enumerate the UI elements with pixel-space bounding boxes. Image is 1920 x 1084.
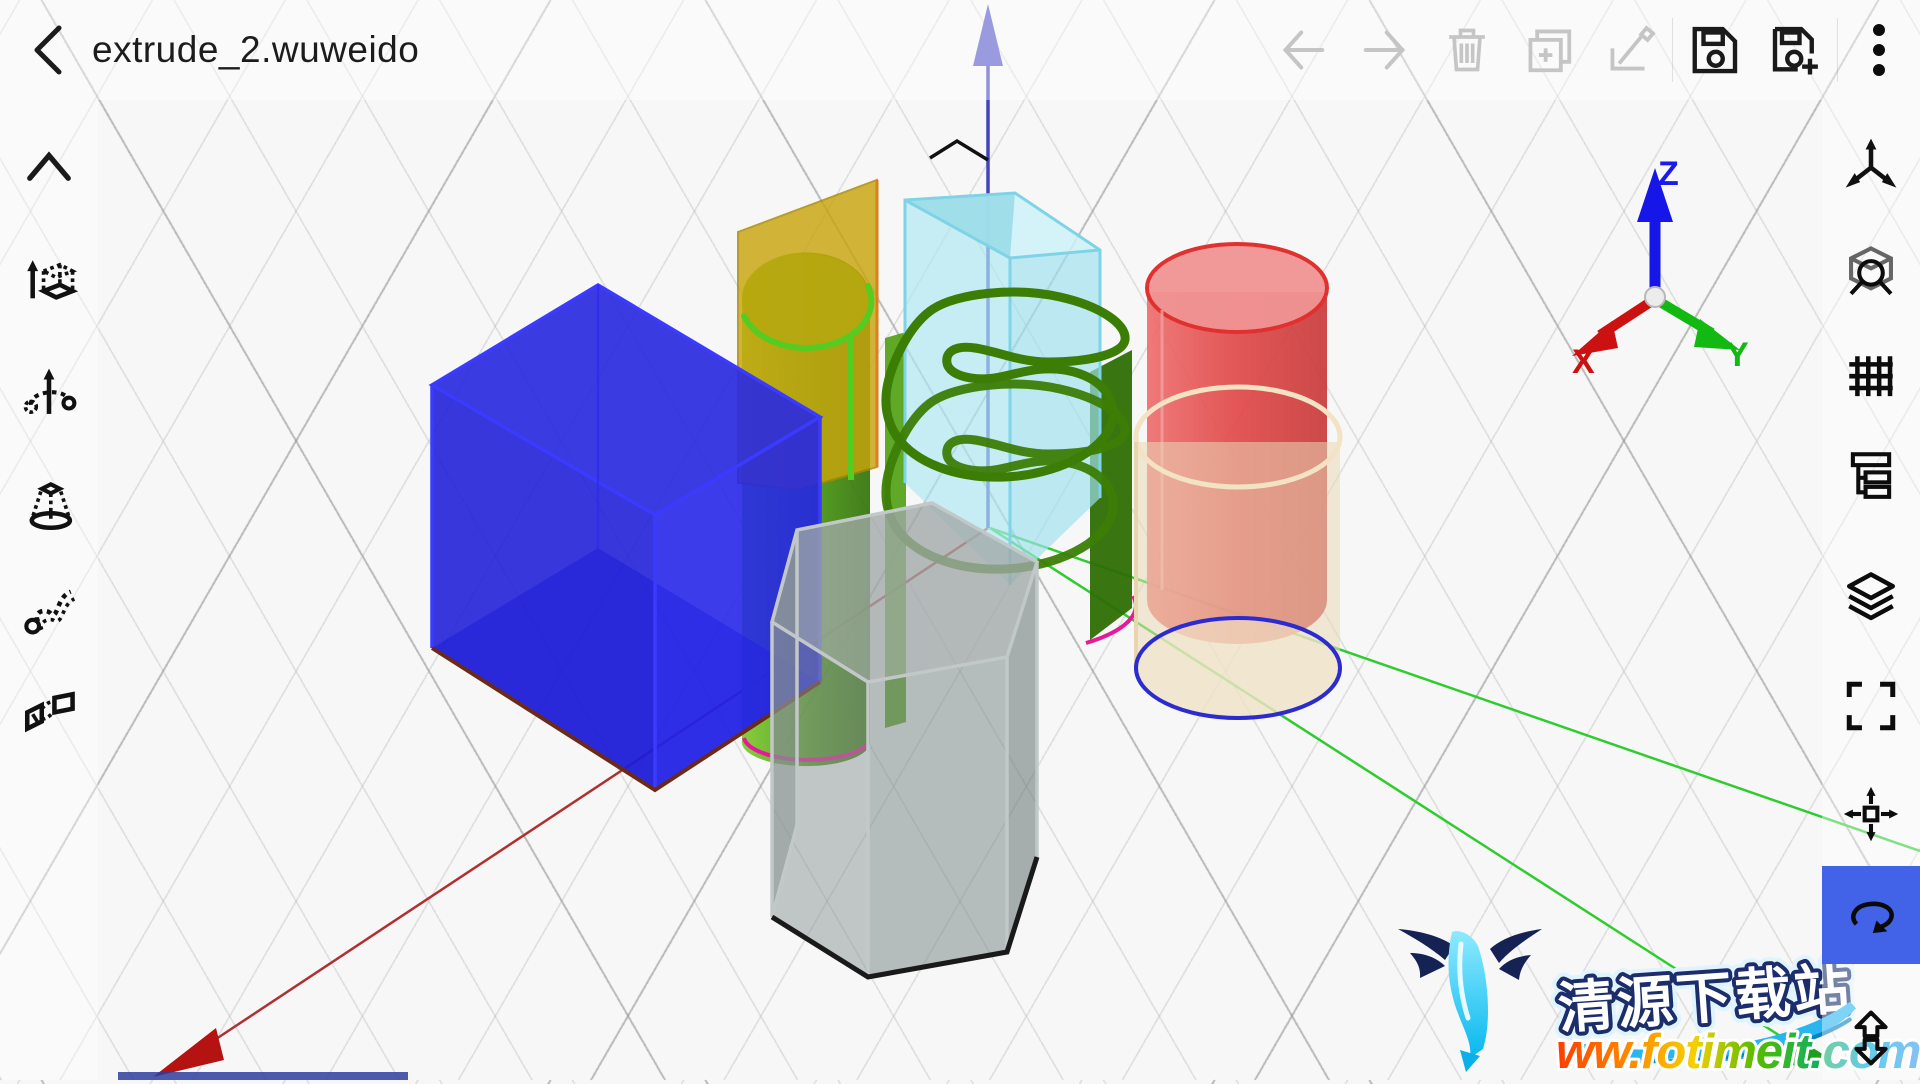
watermark-logo	[1398, 929, 1542, 1072]
save-as-button[interactable]	[1755, 0, 1837, 100]
orientation-gizmo[interactable]: X Y Z	[1572, 155, 1749, 381]
save-as-icon	[1768, 22, 1824, 78]
structure-tree-button[interactable]	[1822, 430, 1920, 522]
gizmo-z-label: Z	[1658, 155, 1679, 193]
rotate-view-button[interactable]	[1822, 866, 1920, 964]
duplicate-button[interactable]	[1508, 0, 1590, 100]
nav-bar-strip	[118, 1072, 408, 1080]
left-toolbar	[0, 100, 98, 1080]
view-axes-button[interactable]	[1822, 118, 1920, 210]
trash-icon	[1441, 22, 1493, 78]
selection-box-button[interactable]	[1822, 660, 1920, 752]
undo-button[interactable]	[1262, 0, 1344, 100]
save-button[interactable]	[1673, 0, 1755, 100]
object-gray-hex-prism[interactable]	[772, 503, 1037, 977]
x-axis-arrowhead	[153, 1028, 224, 1077]
three-dots-icon	[1859, 20, 1899, 80]
overflow-menu-button[interactable]	[1838, 0, 1920, 100]
top-bar: extrude_2.wuweido	[0, 0, 1920, 100]
spline-sketch-mark	[930, 141, 988, 160]
document-title: extrude_2.wuweido	[92, 29, 419, 71]
sweep-icon	[20, 579, 78, 637]
tool-loft[interactable]	[0, 460, 98, 552]
tool-extrude[interactable]	[0, 236, 98, 328]
chevron-up-icon	[21, 146, 77, 186]
grid-icon	[1842, 349, 1900, 407]
gizmo-y-label: Y	[1726, 336, 1749, 374]
duplicate-icon	[1522, 22, 1576, 78]
redo-button[interactable]	[1344, 0, 1426, 100]
gizmo-x-label: X	[1572, 343, 1595, 381]
right-toolbar	[1822, 100, 1920, 1080]
blend-icon	[20, 687, 78, 745]
back-chevron-icon	[27, 22, 71, 78]
layers-icon	[1842, 569, 1900, 627]
tool-blend[interactable]	[0, 670, 98, 762]
tool-sweep[interactable]	[0, 562, 98, 654]
move-icon	[1842, 785, 1900, 843]
viewport-3d[interactable]: X Y Z 清源下载站 清源下载站 ww.fotimeit.com	[0, 0, 1920, 1080]
rotate-icon	[1842, 886, 1900, 944]
zoom-cube-icon	[1842, 243, 1900, 301]
delete-button[interactable]	[1426, 0, 1508, 100]
undo-icon	[1275, 22, 1331, 78]
loft-icon	[20, 477, 78, 535]
zoom-fit-button[interactable]	[1822, 226, 1920, 318]
selection-brackets-icon	[1842, 677, 1900, 735]
back-button[interactable]	[14, 15, 84, 85]
edit-sketch-button[interactable]	[1590, 0, 1672, 100]
flip-arrows-icon	[1842, 1009, 1900, 1067]
axes-icon	[1842, 135, 1900, 193]
gizmo-origin-sphere	[1645, 287, 1665, 307]
collapse-toolbar-button[interactable]	[0, 120, 98, 212]
edit-pencil-icon	[1604, 22, 1658, 78]
tool-revolve[interactable]	[0, 348, 98, 440]
redo-icon	[1357, 22, 1413, 78]
save-icon	[1686, 22, 1742, 78]
grid-toggle-button[interactable]	[1822, 332, 1920, 424]
extrude-icon	[20, 253, 78, 311]
structure-tree-icon	[1842, 447, 1900, 505]
layers-button[interactable]	[1822, 552, 1920, 644]
revolve-icon	[20, 365, 78, 423]
move-button[interactable]	[1822, 768, 1920, 860]
flip-direction-button[interactable]	[1822, 992, 1920, 1084]
